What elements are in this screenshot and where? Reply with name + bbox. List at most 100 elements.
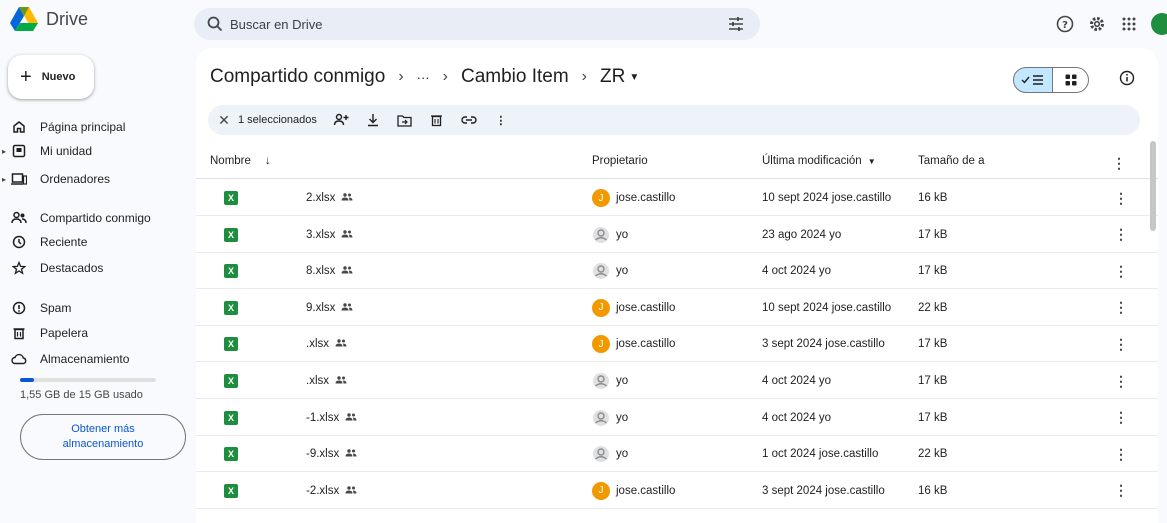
- breadcrumb-current-folder[interactable]: ZR ▼: [600, 66, 639, 88]
- sidebar-item-my-drive[interactable]: ▸ Mi unidad: [0, 139, 190, 163]
- last-modified: 23 ago 2024 yo: [762, 228, 842, 241]
- excel-file-icon: X: [224, 227, 238, 242]
- owner-avatar: J: [592, 298, 610, 317]
- file-size: 17 kB: [918, 265, 948, 278]
- file-name-cell[interactable]: 3.xlsx: [306, 217, 353, 253]
- drive-logo[interactable]: Drive: [10, 6, 88, 32]
- file-name-cell[interactable]: .xlsx: [306, 326, 347, 362]
- file-name-cell[interactable]: 2.xlsx: [306, 180, 353, 216]
- column-header-modified[interactable]: Última modificación ▼: [762, 155, 876, 167]
- list-view-button[interactable]: [1013, 67, 1053, 93]
- expand-caret-icon[interactable]: ▸: [0, 147, 8, 156]
- sidebar-item-computers[interactable]: ▸ Ordenadores: [0, 167, 190, 191]
- clear-selection-close-icon[interactable]: ✕: [216, 112, 232, 129]
- row-more-actions-icon[interactable]: ⋮: [1114, 336, 1128, 353]
- file-name-cell[interactable]: 9.xlsx: [306, 290, 353, 326]
- owner-avatar: J: [592, 481, 610, 500]
- owner-avatar-person-icon: [592, 372, 610, 390]
- row-more-actions-icon[interactable]: ⋮: [1114, 263, 1128, 280]
- row-more-actions-icon[interactable]: ⋮: [1114, 446, 1128, 463]
- more-actions-icon[interactable]: ⋮: [491, 110, 511, 130]
- sidebar-item-storage[interactable]: Almacenamiento: [0, 347, 190, 371]
- excel-file-icon: X: [224, 264, 238, 279]
- chevron-right-icon: ›: [398, 68, 404, 85]
- owner-cell: yo: [592, 436, 628, 472]
- file-size: 16 kB: [918, 192, 948, 204]
- owner-name: yo: [616, 265, 629, 278]
- file-name-cell[interactable]: -9.xlsx: [306, 436, 357, 472]
- table-row[interactable]: X -2.xlsx Jjose.castillo 3 sept 2024 jose.c…: [196, 473, 1158, 509]
- account-avatar[interactable]: [1151, 13, 1167, 35]
- column-header-owner[interactable]: Propietario: [592, 155, 648, 167]
- file-name-cell[interactable]: .xlsx: [306, 363, 347, 399]
- table-row[interactable]: X .xlsx yo 4 oct 2024 yo 17 kB ⋮: [196, 363, 1158, 399]
- owner-name: yo: [616, 411, 629, 424]
- file-name-cell[interactable]: -2.xlsx: [306, 473, 357, 509]
- sidebar-item-home[interactable]: Página principal: [0, 115, 190, 139]
- sidebar-item-starred[interactable]: Destacados: [0, 256, 190, 280]
- scrollbar[interactable]: [1150, 141, 1156, 231]
- search-options-icon[interactable]: [728, 16, 744, 32]
- row-more-actions-icon[interactable]: ⋮: [1114, 226, 1128, 243]
- shared-with-me-icon: [10, 209, 28, 227]
- sidebar-item-label: Mi unidad: [40, 144, 93, 158]
- share-add-person-icon[interactable]: [331, 110, 351, 130]
- breadcrumb-item[interactable]: Cambio Item: [461, 66, 569, 88]
- sidebar-item-recent[interactable]: Reciente: [0, 230, 190, 254]
- row-more-actions-icon[interactable]: ⋮: [1114, 482, 1128, 499]
- row-more-actions-icon[interactable]: ⋮: [1114, 409, 1128, 426]
- search-input[interactable]: [230, 8, 710, 40]
- grid-view-button[interactable]: [1053, 67, 1089, 93]
- clock-icon: [10, 233, 28, 251]
- column-header-label: Última modificación: [762, 155, 862, 167]
- owner-cell: Jjose.castillo: [592, 326, 675, 362]
- download-icon[interactable]: [363, 110, 383, 130]
- breadcrumb-item[interactable]: Compartido conmigo: [210, 66, 385, 88]
- settings-gear-icon[interactable]: [1083, 10, 1111, 38]
- breadcrumb-overflow[interactable]: ···: [417, 70, 430, 85]
- move-to-folder-icon[interactable]: [395, 110, 415, 130]
- chevron-right-icon: ›: [442, 68, 448, 85]
- table-row[interactable]: X .xlsx Jjose.castillo 3 sept 2024 jose.cas…: [196, 326, 1158, 363]
- trash-icon[interactable]: [427, 110, 447, 130]
- expand-caret-icon[interactable]: ▸: [0, 175, 8, 184]
- column-header-size[interactable]: Tamaño de a: [918, 155, 985, 167]
- search-bar[interactable]: [194, 8, 760, 40]
- last-modified: 4 oct 2024 yo: [762, 265, 832, 278]
- my-drive-icon: [10, 142, 28, 160]
- get-more-storage-button[interactable]: Obtener más almacenamiento: [20, 414, 186, 460]
- sidebar-item-trash[interactable]: Papelera: [0, 321, 190, 345]
- info-icon[interactable]: [1119, 70, 1135, 86]
- sidebar-item-shared-with-me[interactable]: Compartido conmigo: [0, 206, 190, 230]
- sidebar-item-spam[interactable]: Spam: [0, 296, 190, 320]
- file-name-cell[interactable]: 8.xlsx: [306, 253, 353, 289]
- column-header-label: Propietario: [592, 155, 648, 167]
- apps-grid-icon[interactable]: [1115, 10, 1143, 38]
- search-icon[interactable]: [206, 15, 224, 33]
- excel-file-icon: X: [224, 374, 238, 388]
- owner-avatar-person-icon: [592, 445, 610, 463]
- excel-file-icon: X: [224, 483, 238, 498]
- help-icon[interactable]: ?: [1051, 10, 1079, 38]
- star-icon: [10, 259, 28, 277]
- file-size: 17 kB: [918, 228, 948, 241]
- row-more-actions-icon[interactable]: ⋮: [1114, 299, 1128, 316]
- copy-link-icon[interactable]: [459, 110, 479, 130]
- table-row[interactable]: X -9.xlsx yo 1 oct 2024 jose.castillo 22 kB ⋮: [196, 436, 1158, 473]
- new-button[interactable]: + Nuevo: [8, 55, 94, 99]
- row-more-actions-icon[interactable]: ⋮: [1114, 373, 1128, 390]
- column-header-name[interactable]: Nombre ↓: [210, 155, 271, 167]
- column-options-more-icon[interactable]: ⋮: [1112, 155, 1126, 172]
- file-size: 17 kB: [918, 338, 948, 351]
- last-modified: 3 sept 2024 jose.castillo: [762, 338, 885, 351]
- computer-icon: [10, 170, 28, 188]
- owner-name: yo: [616, 448, 629, 461]
- row-more-actions-icon[interactable]: ⋮: [1114, 190, 1128, 207]
- file-name-cell[interactable]: -1.xlsx: [306, 400, 357, 436]
- table-row[interactable]: X 9.xlsx Jjose.castillo 10 sept 2024 jose.c…: [196, 290, 1158, 326]
- table-row[interactable]: X 8.xlsx yo 4 oct 2024 yo 17 kB ⋮: [196, 253, 1158, 290]
- table-row[interactable]: X 3.xlsx yo 23 ago 2024 yo 17 kB ⋮: [196, 217, 1158, 253]
- table-row[interactable]: X 2.xlsx Jjose.castillo 10 sept 2024 jose.c…: [196, 180, 1158, 216]
- sort-arrow-down-icon[interactable]: ↓: [265, 155, 271, 167]
- table-row[interactable]: X -1.xlsx yo 4 oct 2024 yo 17 kB ⋮: [196, 400, 1158, 436]
